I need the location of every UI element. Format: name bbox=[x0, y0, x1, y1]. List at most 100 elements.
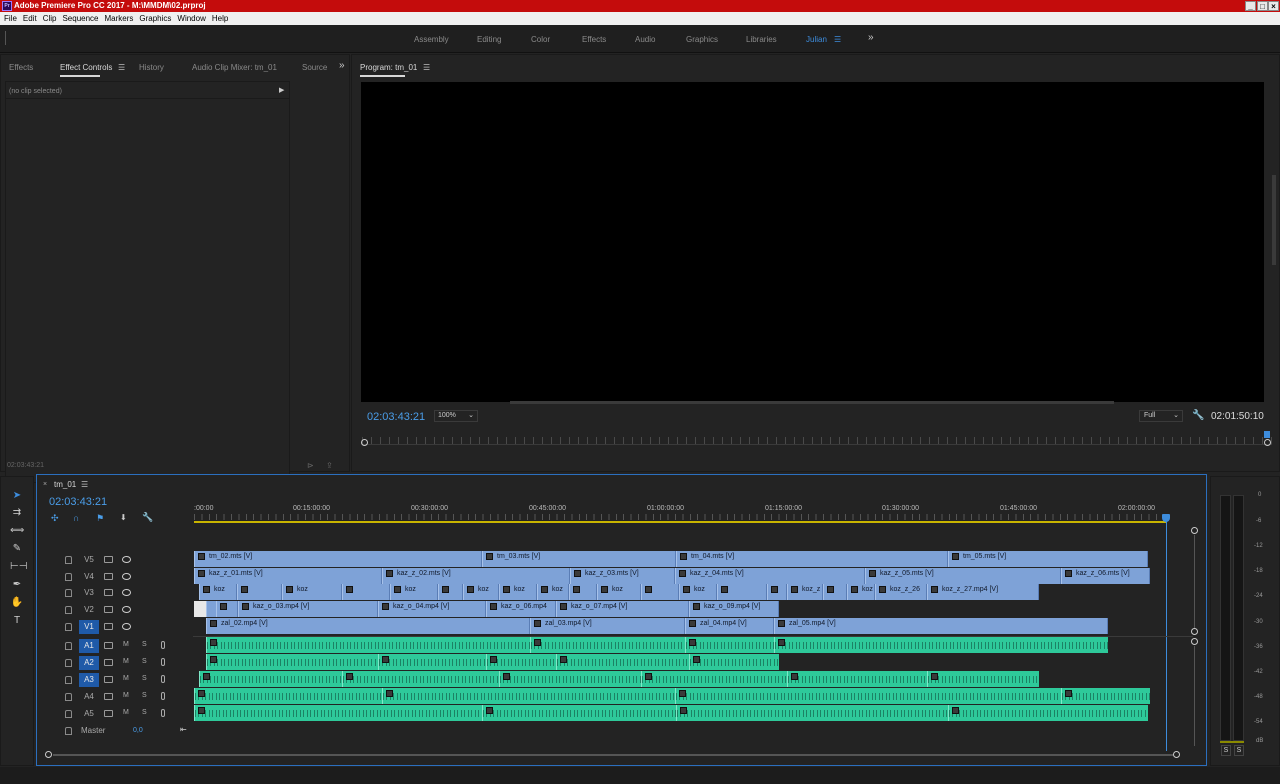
tab-audio-clip-mixer[interactable]: Audio Clip Mixer: tm_01 bbox=[192, 63, 277, 72]
ripple-edit-tool-icon[interactable]: ⟺ bbox=[10, 524, 24, 538]
video-clip[interactable]: kaz_z_06.mts [V] bbox=[1061, 568, 1150, 584]
track-label-v5[interactable]: V5 bbox=[79, 553, 99, 567]
resolution-select[interactable]: Full ⌄ bbox=[1139, 410, 1183, 422]
v-scroll-handle-top[interactable] bbox=[1191, 527, 1198, 534]
menu-graphics[interactable]: Graphics bbox=[136, 12, 174, 25]
audio-clip[interactable] bbox=[378, 654, 486, 670]
lock-icon[interactable] bbox=[65, 710, 72, 718]
video-clip[interactable]: koz bbox=[463, 584, 499, 600]
sync-lock-icon[interactable] bbox=[104, 606, 113, 613]
solo-button[interactable]: S bbox=[142, 641, 147, 648]
mute-button[interactable]: M bbox=[123, 675, 129, 682]
program-video-display[interactable] bbox=[361, 82, 1264, 402]
v-scroll-handle-bottom[interactable] bbox=[1191, 628, 1198, 635]
sync-lock-icon[interactable] bbox=[104, 659, 113, 666]
close-sequence-icon[interactable]: × bbox=[43, 481, 47, 488]
track-label-a3[interactable]: A3 bbox=[79, 673, 99, 687]
export-icon[interactable]: ⇪ bbox=[326, 461, 333, 470]
sync-lock-icon[interactable] bbox=[104, 573, 113, 580]
master-nav-icon[interactable]: ⇤ bbox=[180, 725, 187, 734]
track-label-v2[interactable]: V2 bbox=[79, 603, 99, 617]
track-label-a4[interactable]: A4 bbox=[79, 690, 99, 704]
workspace-color[interactable]: Color bbox=[531, 35, 550, 44]
track-label-v4[interactable]: V4 bbox=[79, 570, 99, 584]
video-clip[interactable]: zal_05.mp4 [V] bbox=[774, 618, 1108, 634]
horizontal-scrollbar[interactable] bbox=[53, 754, 1173, 756]
video-clip[interactable]: kaz_o_06.mp4 bbox=[486, 601, 556, 617]
video-clip[interactable] bbox=[823, 584, 847, 600]
lock-icon[interactable] bbox=[65, 642, 72, 650]
video-clip[interactable]: zal_03.mp4 [V] bbox=[530, 618, 685, 634]
pen-tool-icon[interactable]: ✒ bbox=[10, 578, 24, 592]
workspace-libraries[interactable]: Libraries bbox=[746, 35, 777, 44]
video-clip[interactable]: koz bbox=[679, 584, 717, 600]
video-clip[interactable]: koz bbox=[282, 584, 342, 600]
h-scroll-handle-left[interactable] bbox=[45, 751, 52, 758]
video-clip[interactable]: tm_04.mts [V] bbox=[676, 551, 948, 567]
menu-markers[interactable]: Markers bbox=[102, 12, 137, 25]
track-label-a2[interactable]: A2 bbox=[79, 656, 99, 670]
vertical-scrollbar[interactable] bbox=[1272, 175, 1276, 265]
audio-clip[interactable] bbox=[194, 705, 482, 721]
audio-clip[interactable] bbox=[199, 671, 342, 687]
master-volume[interactable]: 0,0 bbox=[133, 727, 143, 734]
audio-clip[interactable] bbox=[486, 654, 556, 670]
audio-clip[interactable] bbox=[530, 637, 685, 653]
tab-source[interactable]: Source bbox=[302, 63, 327, 72]
video-clip[interactable]: koz bbox=[847, 584, 875, 600]
video-clip[interactable]: kaz_z_04.mts [V] bbox=[675, 568, 865, 584]
video-clip[interactable]: kaz_z_02.mts [V] bbox=[382, 568, 570, 584]
video-clip[interactable] bbox=[767, 584, 787, 600]
zoom-handle-right[interactable] bbox=[1264, 439, 1271, 446]
zoom-select[interactable]: 100% ⌄ bbox=[434, 410, 478, 422]
program-timecode[interactable]: 02:03:43:21 bbox=[367, 411, 425, 423]
timeline-settings-icon[interactable]: 🔧 bbox=[142, 512, 153, 523]
menu-window[interactable]: Window bbox=[174, 12, 208, 25]
tab-program-monitor[interactable]: Program: tm_01 bbox=[360, 63, 417, 77]
audio-clip[interactable] bbox=[556, 654, 689, 670]
video-clip[interactable]: kaz_z_05.mts [V] bbox=[865, 568, 1061, 584]
time-ruler[interactable]: :00:00 00:15:00:00 00:30:00:00 00:45:00:… bbox=[194, 501, 1166, 523]
h-scroll-handle-right[interactable] bbox=[1173, 751, 1180, 758]
video-clip[interactable]: koz bbox=[499, 584, 537, 600]
selection-tool-icon[interactable]: ➤ bbox=[10, 489, 24, 503]
eye-icon[interactable] bbox=[122, 623, 131, 630]
workspace-graphics[interactable]: Graphics bbox=[686, 35, 718, 44]
lock-icon[interactable] bbox=[65, 589, 72, 597]
menu-help[interactable]: Help bbox=[209, 12, 231, 25]
eye-icon[interactable] bbox=[122, 589, 131, 596]
audio-clip[interactable] bbox=[676, 705, 948, 721]
audio-clip[interactable] bbox=[194, 688, 382, 704]
playhead-line[interactable] bbox=[1166, 519, 1167, 751]
lock-icon[interactable] bbox=[65, 693, 72, 701]
eye-icon[interactable] bbox=[122, 606, 131, 613]
lock-icon[interactable] bbox=[65, 727, 72, 735]
horizontal-scrollbar[interactable] bbox=[510, 401, 1114, 404]
video-clip[interactable]: kaz_o_03.mp4 [V] bbox=[238, 601, 378, 617]
solo-button[interactable]: S bbox=[142, 675, 147, 682]
workspace-assembly[interactable]: Assembly bbox=[414, 35, 449, 44]
audio-clip[interactable] bbox=[482, 705, 676, 721]
video-clip[interactable]: koz bbox=[537, 584, 569, 600]
menu-sequence[interactable]: Sequence bbox=[59, 12, 101, 25]
lock-icon[interactable] bbox=[65, 659, 72, 667]
type-tool-icon[interactable]: T bbox=[10, 614, 24, 628]
solo-right-button[interactable]: S bbox=[1234, 745, 1244, 756]
video-clip[interactable]: tm_02.mts [V] bbox=[194, 551, 482, 567]
lock-icon[interactable] bbox=[65, 573, 72, 581]
audio-clip[interactable] bbox=[927, 671, 1039, 687]
audio-vertical-scrollbar[interactable] bbox=[1194, 646, 1195, 746]
solo-button[interactable]: S bbox=[142, 692, 147, 699]
a-scroll-handle-top[interactable] bbox=[1191, 638, 1198, 645]
timeline-timecode[interactable]: 02:03:43:21 bbox=[49, 496, 107, 508]
audio-clip[interactable] bbox=[948, 705, 1148, 721]
mic-icon[interactable] bbox=[161, 692, 165, 700]
video-clip[interactable]: koz_z_26 bbox=[875, 584, 927, 600]
track-label-a5[interactable]: A5 bbox=[79, 707, 99, 721]
video-clip[interactable]: zal_02.mp4 [V] bbox=[206, 618, 530, 634]
tab-history[interactable]: History bbox=[139, 63, 164, 72]
mic-icon[interactable] bbox=[161, 658, 165, 666]
workspace-effects[interactable]: Effects bbox=[582, 35, 606, 44]
maximize-button[interactable]: □ bbox=[1257, 1, 1268, 11]
video-clip[interactable]: kaz_o_09.mp4 [V] bbox=[689, 601, 779, 617]
